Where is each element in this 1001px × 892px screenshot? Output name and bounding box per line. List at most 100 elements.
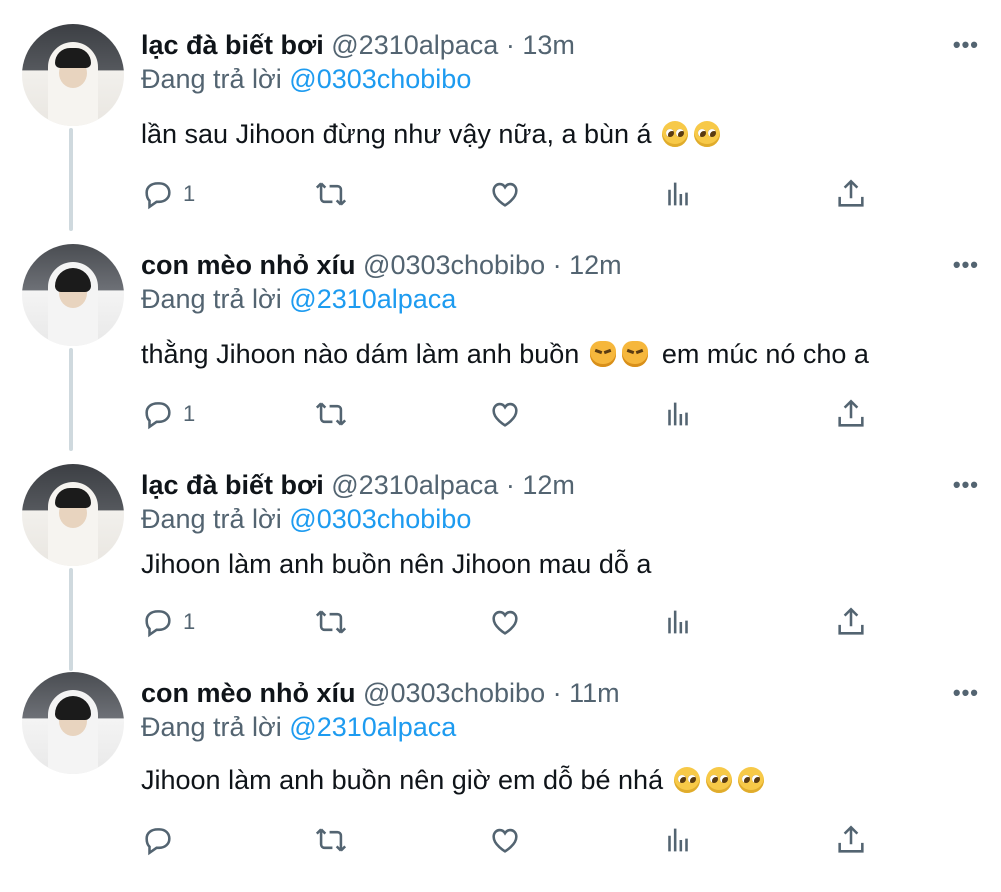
display-name[interactable]: lạc đà biết bơi [141,470,324,500]
reply-icon [145,402,171,430]
analytics-icon [668,182,688,206]
retweet-button[interactable] [314,820,348,860]
avatar[interactable] [22,244,124,346]
share-button[interactable] [834,820,868,860]
timestamp[interactable]: · 12m [553,250,622,280]
retweet-button[interactable] [314,602,348,642]
reply-button[interactable] [141,820,183,860]
pleading-face-icon [673,767,700,793]
reply-icon [145,610,171,638]
handle[interactable]: @2310alpaca [331,30,498,60]
more-icon[interactable]: ••• [953,252,979,278]
retweet-icon [315,402,347,426]
tweet-text-content: Jihoon làm anh buồn nên giờ em dỗ bé nhá [141,765,664,795]
tweet-actions [0,820,1001,860]
reply-button[interactable]: 1 [141,394,195,434]
more-icon[interactable]: ••• [953,680,979,706]
tweet-text-content: thằng Jihoon nào dám làm anh buồn [141,339,580,369]
tweet-actions: 1 [0,394,1001,434]
more-icon[interactable]: ••• [953,32,979,58]
timestamp[interactable]: · 12m [506,470,575,500]
replying-prefix: Đang trả lời [141,284,282,314]
replying-prefix: Đang trả lời [141,64,282,94]
replying-to: Đang trả lời @2310alpaca [141,282,456,316]
analytics-button[interactable] [661,820,695,860]
tweet-actions: 1 [0,174,1001,214]
retweet-icon [315,182,347,206]
replying-to: Đang trả lời @2310alpaca [141,710,456,744]
avatar[interactable] [22,24,124,126]
tweet-text-content: lần sau Jihoon đừng như vậy nữa, a bùn á [141,119,652,149]
mention-link[interactable]: @2310alpaca [289,712,456,742]
tweet[interactable]: lạc đà biết bơi @2310alpaca · 13m ••• Đa… [0,24,1001,244]
like-icon [492,828,518,853]
share-button[interactable] [834,394,868,434]
replying-to: Đang trả lời @0303chobibo [141,62,471,96]
retweet-button[interactable] [314,174,348,214]
retweet-button[interactable] [314,394,348,434]
tweet[interactable]: con mèo nhỏ xíu @0303chobibo · 12m ••• Đ… [0,244,1001,464]
display-name[interactable]: lạc đà biết bơi [141,30,324,60]
analytics-button[interactable] [661,394,695,434]
tweet[interactable]: con mèo nhỏ xíu @0303chobibo · 11m ••• Đ… [0,672,1001,892]
reply-count: 1 [183,609,196,634]
share-icon [838,399,864,427]
replying-to: Đang trả lời @0303chobibo [141,502,471,536]
reply-icon [145,182,171,210]
retweet-icon [315,828,347,852]
display-name[interactable]: con mèo nhỏ xíu [141,250,356,280]
like-icon [492,402,518,427]
retweet-icon [315,610,347,634]
share-icon [838,825,864,853]
handle[interactable]: @0303chobibo [363,250,545,280]
reply-button[interactable]: 1 [141,174,195,214]
more-icon[interactable]: ••• [953,472,979,498]
like-button[interactable] [488,602,522,642]
tweet[interactable]: lạc đà biết bơi @2310alpaca · 12m ••• Đa… [0,464,1001,684]
avatar[interactable] [22,464,124,566]
tweet-text: Jihoon làm anh buồn nên giờ em dỗ bé nhá [141,762,767,798]
share-icon [838,607,864,635]
timestamp[interactable]: · 11m [553,678,620,708]
analytics-icon [668,402,688,426]
mention-link[interactable]: @2310alpaca [289,284,456,314]
share-button[interactable] [834,174,868,214]
pleading-face-icon [705,767,732,793]
tweet-header: lạc đà biết bơi @2310alpaca · 12m [141,468,575,502]
tweet-text: Jihoon làm anh buồn nên Jihoon mau dỗ a [141,546,651,582]
analytics-button[interactable] [661,174,695,214]
like-icon [492,182,518,207]
like-button[interactable] [488,174,522,214]
handle[interactable]: @0303chobibo [363,678,545,708]
display-name[interactable]: con mèo nhỏ xíu [141,678,356,708]
tweet-actions: 1 [0,602,1001,642]
pleading-face-icon [694,121,721,147]
reply-count: 1 [183,401,196,426]
reply-icon [145,828,171,856]
tweet-header: con mèo nhỏ xíu @0303chobibo · 12m [141,248,622,282]
tweet-header: lạc đà biết bơi @2310alpaca · 13m [141,28,575,62]
tweet-text-content: Jihoon làm anh buồn nên Jihoon mau dỗ a [141,549,652,579]
pleading-face-icon [662,121,689,147]
handle[interactable]: @2310alpaca [331,470,498,500]
tweet-text-content: em múc nó cho a [661,339,869,369]
analytics-icon [668,828,688,852]
reply-count: 1 [183,181,196,206]
replying-prefix: Đang trả lời [141,504,282,534]
mention-link[interactable]: @0303chobibo [289,504,471,534]
avatar[interactable] [22,672,124,774]
like-icon [492,610,518,635]
share-icon [838,179,864,207]
mention-link[interactable]: @0303chobibo [289,64,471,94]
like-button[interactable] [488,820,522,860]
like-button[interactable] [488,394,522,434]
analytics-button[interactable] [661,602,695,642]
pouting-cat-icon [589,341,616,367]
share-button[interactable] [834,602,868,642]
replying-prefix: Đang trả lời [141,712,282,742]
reply-button[interactable]: 1 [141,602,195,642]
analytics-icon [668,610,688,634]
tweet-header: con mèo nhỏ xíu @0303chobibo · 11m [141,676,620,710]
pleading-face-icon [737,767,764,793]
timestamp[interactable]: · 13m [506,30,575,60]
